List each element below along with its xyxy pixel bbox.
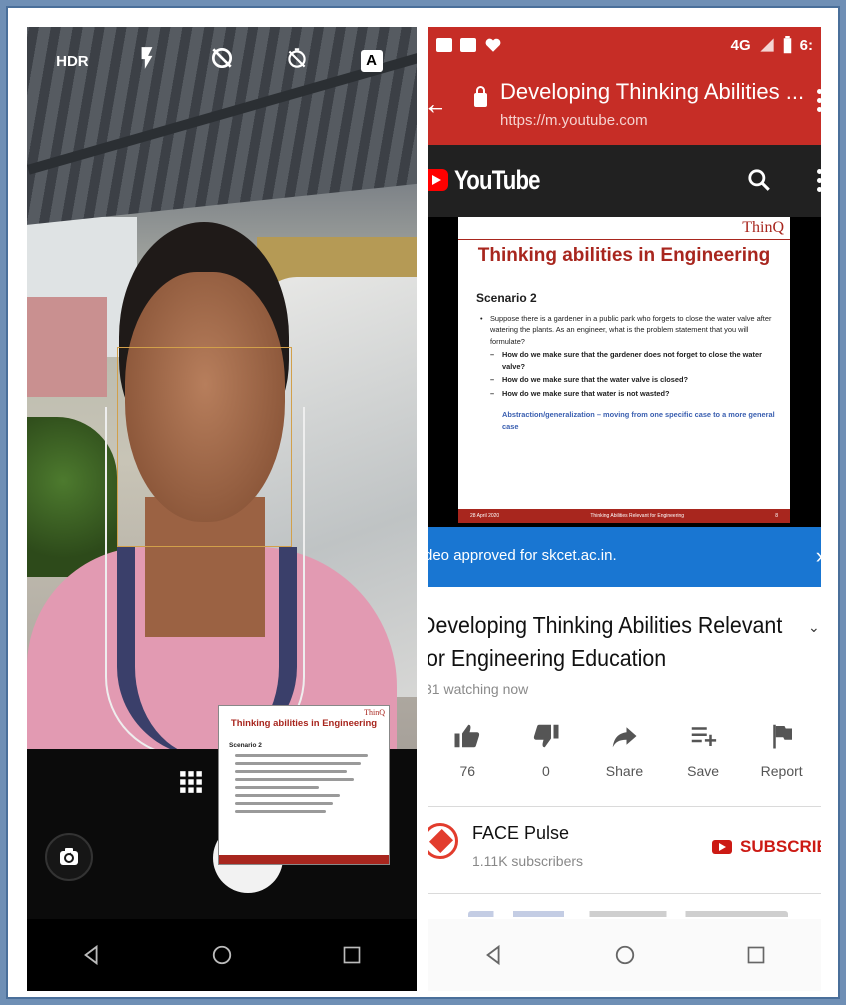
gallery-icon (460, 38, 476, 52)
slide-footer-page: 8 (775, 513, 778, 519)
face-beauty-off-icon[interactable] (202, 45, 242, 76)
nav-recents-icon[interactable] (741, 940, 771, 970)
face-detection-box (117, 347, 292, 547)
lock-icon (474, 86, 487, 107)
auto-mode-icon[interactable]: A (352, 49, 392, 72)
nav-back-icon[interactable] (479, 940, 509, 970)
pip-slide-title: Thinking abilities in Engineering (230, 718, 378, 729)
next-item-peek (468, 905, 788, 917)
clock: 6: (799, 36, 813, 54)
video-actions: 76 0 Share Save Report (428, 717, 821, 801)
slide-body: Suppose there is a gardener in a public … (480, 313, 780, 432)
network-type: 4G (730, 36, 751, 54)
slide-sub-item: How do we make sure that the water valve… (480, 374, 780, 386)
browser-menu-icon[interactable] (817, 89, 821, 116)
video-frame-slide: ThinQ Thinking abilities in Engineering … (458, 217, 790, 523)
subscribe-button[interactable]: SUBSCRIBE (712, 837, 821, 857)
channel-row: FACE Pulse 1.11K subscribers SUBSCRIBE (428, 817, 821, 881)
slide-sub-item: How do we make sure that water is not wa… (480, 388, 780, 400)
slide-footer-date: 28 April 2020 (470, 513, 500, 519)
share-button[interactable]: Share (589, 717, 659, 801)
status-bar: 4G 6: (428, 27, 821, 63)
save-button[interactable]: Save (668, 717, 738, 801)
nav-recents-icon[interactable] (337, 940, 367, 970)
video-title[interactable]: Developing Thinking Abilities Relevant f… (428, 609, 783, 675)
youtube-brand[interactable]: YouTube (454, 165, 541, 196)
youtube-logo-icon[interactable] (428, 169, 448, 191)
youtube-screen: 4G 6: ← Developing Thinking Abilities ..… (428, 27, 821, 991)
playlist-add-icon (691, 727, 717, 746)
expand-description-icon[interactable]: ⌄ (808, 619, 820, 636)
like-button[interactable]: 76 (432, 717, 502, 801)
divider (428, 893, 821, 894)
youtube-play-icon (712, 840, 732, 854)
heart-icon (485, 38, 501, 52)
approval-banner-text: deo approved for skcet.ac.in. (428, 547, 617, 564)
pip-video-window[interactable]: ThinQ Thinking abilities in Engineering … (218, 705, 390, 865)
browser-url-bar: ← Developing Thinking Abilities ... http… (428, 63, 821, 145)
slide-abstraction-note: Abstraction/generalization – moving from… (502, 410, 775, 431)
divider (428, 806, 821, 807)
chevron-right-icon[interactable]: › (816, 543, 821, 569)
nav-back-icon[interactable] (77, 940, 107, 970)
grid-menu-icon[interactable] (178, 769, 204, 795)
subscribe-label: SUBSCRIBE (740, 837, 821, 856)
camera-viewfinder (27, 27, 417, 749)
pip-slide-subtitle: Scenario 2 (229, 742, 262, 749)
slide-footer-title: Thinking Abilities Relevant for Engineer… (590, 513, 685, 519)
report-button[interactable]: Report (747, 717, 817, 801)
slide-subtitle: Scenario 2 (476, 291, 537, 305)
battery-icon (783, 36, 791, 54)
pip-slide-logo: ThinQ (364, 708, 385, 717)
share-icon (613, 727, 637, 748)
more-options-icon[interactable] (817, 169, 821, 196)
camera-switch-icon (60, 848, 78, 865)
slide-sub-item: How do we make sure that the gardener do… (480, 349, 780, 372)
dislike-button[interactable]: 0 (511, 717, 581, 801)
android-nav-bar (428, 919, 821, 991)
slide-bullet: Suppose there is a gardener in a public … (480, 313, 780, 347)
flag-icon (772, 724, 792, 749)
page-title: Developing Thinking Abilities ... (500, 79, 805, 104)
thumbs-down-icon (533, 724, 559, 748)
signal-icon (759, 38, 774, 52)
live-viewers: 31 watching now (428, 681, 529, 697)
nav-home-icon[interactable] (610, 940, 640, 970)
channel-avatar[interactable] (428, 823, 458, 859)
pip-slide-body (235, 754, 375, 818)
hdr-toggle[interactable]: HDR (52, 50, 92, 71)
nav-home-icon[interactable] (207, 940, 237, 970)
flash-auto-icon[interactable] (127, 45, 167, 76)
youtube-header: YouTube (428, 145, 821, 217)
switch-camera-button[interactable] (45, 833, 93, 881)
subscriber-count: 1.11K subscribers (472, 853, 584, 869)
channel-name[interactable]: FACE Pulse (472, 823, 569, 844)
video-player[interactable]: ThinQ Thinking abilities in Engineering … (428, 217, 821, 527)
camera-top-toolbar: HDR A (27, 27, 417, 93)
thumbs-up-icon (454, 724, 480, 748)
approval-banner[interactable]: deo approved for skcet.ac.in. › (428, 527, 821, 587)
slide-title: Thinking abilities in Engineering (477, 245, 771, 266)
page-url[interactable]: https://m.youtube.com (500, 112, 648, 129)
search-icon[interactable] (746, 167, 772, 193)
slide-footer: 28 April 2020 Thinking Abilities Relevan… (458, 509, 790, 523)
android-nav-bar (27, 919, 417, 991)
timer-off-icon[interactable] (277, 45, 317, 76)
back-arrow-icon[interactable]: ← (428, 85, 442, 122)
pip-slide-footer (219, 855, 389, 864)
slide-logo: ThinQ (742, 219, 784, 236)
notification-icon (436, 38, 452, 52)
